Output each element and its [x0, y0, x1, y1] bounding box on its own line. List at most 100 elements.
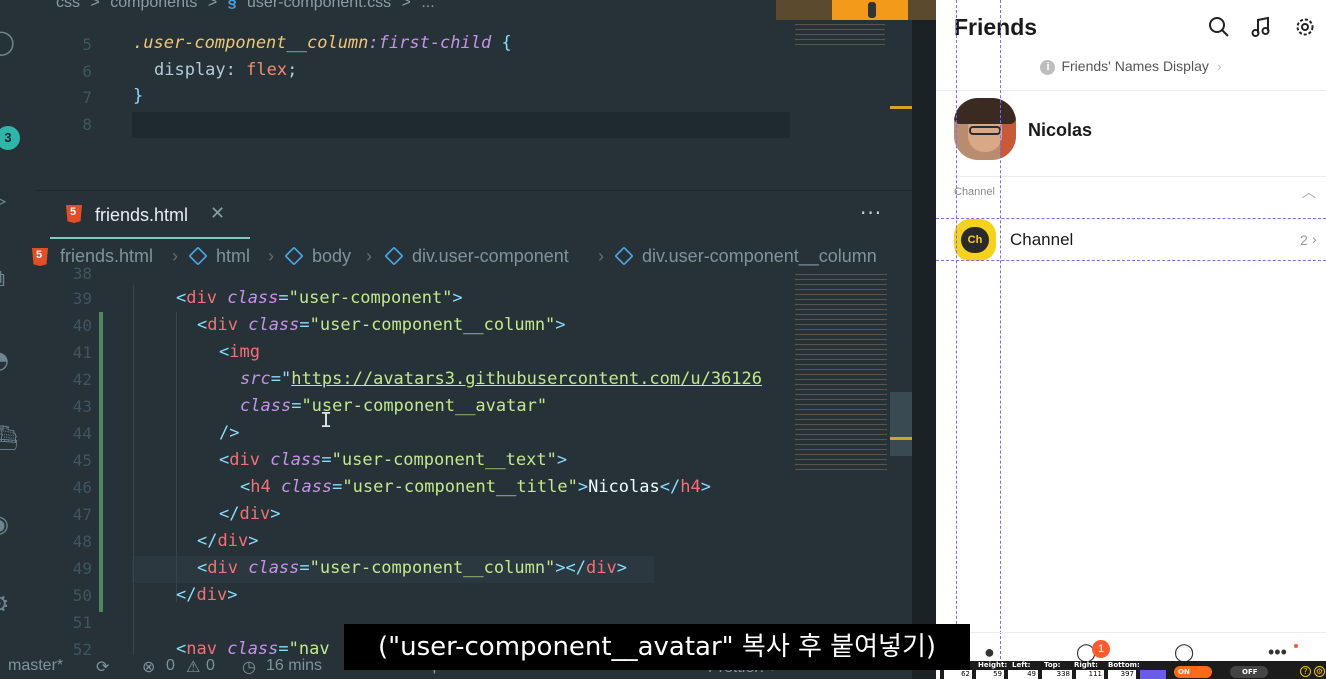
remote-icon[interactable]: ◔: [0, 346, 16, 374]
channel-logo[interactable]: Ch: [954, 219, 996, 261]
html5-icon: [32, 248, 48, 266]
inspector-guide: [936, 218, 1326, 219]
more-actions-icon[interactable]: ···: [860, 201, 882, 225]
html-code-line-44[interactable]: />: [219, 420, 239, 447]
help-icon[interactable]: ?: [1300, 666, 1311, 677]
git-branch[interactable]: master*: [8, 657, 63, 675]
indent-guide: [176, 312, 177, 602]
time-tracker[interactable]: 16 mins: [266, 657, 322, 675]
css-code-line-6[interactable]: display: flex;: [154, 57, 297, 84]
minimap[interactable]: [795, 22, 885, 46]
toggle-on[interactable]: ON: [1174, 666, 1212, 678]
line-number: 45: [72, 451, 92, 470]
measure-label: Top:: [1044, 661, 1061, 669]
attr-name: class: [280, 477, 333, 497]
line-number: 44: [72, 424, 92, 443]
toggle-off[interactable]: OFF: [1230, 666, 1268, 678]
crumb-body[interactable]: body: [284, 246, 352, 267]
line-number: 42: [72, 370, 92, 389]
scrollbar-thumb[interactable]: [890, 392, 912, 456]
attr-value-url[interactable]: https://avatars3.githubusercontent.com/u…: [291, 369, 762, 389]
music-icon[interactable]: [1250, 16, 1274, 40]
docker-icon[interactable]: ⛴: [0, 424, 18, 452]
tab-friends-html[interactable]: friends.html ✕: [50, 191, 250, 239]
crumb-user-component-column[interactable]: div.user-component__column: [614, 246, 877, 267]
line-number: 43: [72, 397, 92, 416]
line-number: 40: [72, 316, 92, 335]
crumb-sep: >: [207, 0, 218, 11]
attr-name: class: [227, 288, 279, 308]
css-property: display: [154, 60, 226, 80]
line-number: 47: [72, 505, 92, 524]
css-code-line-5[interactable]: .user-component__column:first-child {: [133, 30, 512, 57]
crumb-ellipsis[interactable]: ...: [421, 0, 434, 11]
channel-label[interactable]: Channel: [1010, 230, 1073, 250]
explorer-icon[interactable]: ◯: [0, 28, 16, 56]
crumb-css-file[interactable]: user-component.css: [247, 0, 391, 11]
html-code-line-43[interactable]: class="user-component__avatar": [240, 393, 547, 420]
tag-name: h4: [250, 477, 271, 497]
html-code-line-41[interactable]: <img: [219, 339, 260, 366]
error-count[interactable]: 0: [166, 657, 175, 675]
crumb-column-label: div.user-component__column: [642, 246, 877, 266]
warning-count[interactable]: 0: [206, 657, 215, 675]
extensions-icon[interactable]: ⧉: [0, 264, 16, 292]
crumb-body-label: body: [312, 246, 352, 266]
crumb-user-component[interactable]: div.user-component: [384, 246, 569, 267]
html-code-line-42[interactable]: src="https://avatars3.githubusercontent.…: [240, 366, 790, 393]
error-icon[interactable]: ⊗: [142, 657, 155, 677]
chevron-up-icon[interactable]: ︿: [1302, 182, 1316, 202]
text-cursor-icon: I: [320, 408, 333, 432]
attr-name: class: [270, 450, 322, 470]
css-file-icon: §: [227, 0, 237, 11]
close-icon[interactable]: ✕: [210, 203, 225, 224]
run-debug-icon[interactable]: ▷: [0, 186, 16, 214]
more-tab-icon[interactable]: •••: [1268, 642, 1287, 663]
html-code-line-49[interactable]: <div class="user-component__column"></di…: [197, 555, 627, 582]
tag-name: img: [229, 342, 260, 362]
tab-label: friends.html: [95, 205, 189, 225]
attr-value: "user-component__avatar": [301, 396, 548, 416]
avatar[interactable]: [954, 98, 1016, 160]
html-code-line-47[interactable]: </div>: [219, 501, 280, 528]
tag-name: div: [207, 315, 238, 335]
account-icon[interactable]: ◉: [0, 510, 16, 538]
css-line-number: 6: [82, 62, 92, 81]
channel-count: 2: [1300, 232, 1308, 248]
html-code-line-39[interactable]: <div class="user-component">: [176, 285, 463, 312]
crumb-sep: ›: [172, 246, 178, 266]
crumb-components[interactable]: components: [110, 0, 197, 11]
color-swatch[interactable]: [1140, 670, 1166, 679]
tag-name: div: [196, 585, 228, 605]
git-change-bar: [99, 312, 103, 612]
css-code-line-7[interactable]: }: [133, 83, 143, 110]
settings-icon[interactable]: [1294, 16, 1318, 40]
html-code-line-50[interactable]: </div>: [176, 582, 237, 609]
search-icon[interactable]: [1208, 16, 1232, 40]
crumb-html[interactable]: html: [188, 246, 250, 267]
indent-guide: [133, 285, 134, 655]
minimap[interactable]: [795, 272, 887, 472]
html-code-line-40[interactable]: <div class="user-component__column">: [197, 312, 566, 339]
sync-icon[interactable]: ⟳: [96, 657, 109, 677]
panel-divider[interactable]: [912, 0, 936, 679]
crumb-css[interactable]: css: [56, 0, 80, 11]
friends-tab-icon[interactable]: ●: [984, 642, 995, 663]
find-tab-icon[interactable]: ◯: [1174, 642, 1194, 663]
settings-icon[interactable]: ⚙: [1314, 666, 1325, 677]
html-code-line-46[interactable]: <h4 class="user-component__title">Nicola…: [240, 474, 711, 501]
warning-icon[interactable]: ⚠: [186, 657, 200, 677]
settings-gear-icon[interactable]: ⚙: [0, 590, 16, 618]
html-code-line-48[interactable]: </div>: [197, 528, 258, 555]
tag-name: div: [207, 558, 238, 578]
notice-banner[interactable]: i Friends' Names Display ›: [936, 58, 1326, 88]
measure-value: 111: [1076, 670, 1104, 679]
attr-value: "user-component__title": [342, 477, 578, 497]
webcam-overlay: [776, 0, 936, 20]
measure-label: Height:: [978, 661, 1008, 669]
divider: [954, 176, 1326, 177]
chevron-right-icon[interactable]: ›: [1312, 231, 1317, 247]
measure-value: 49: [1008, 670, 1038, 679]
html-code-line-45[interactable]: <div class="user-component__text">: [219, 447, 567, 474]
css-line-number: 5: [82, 35, 92, 54]
